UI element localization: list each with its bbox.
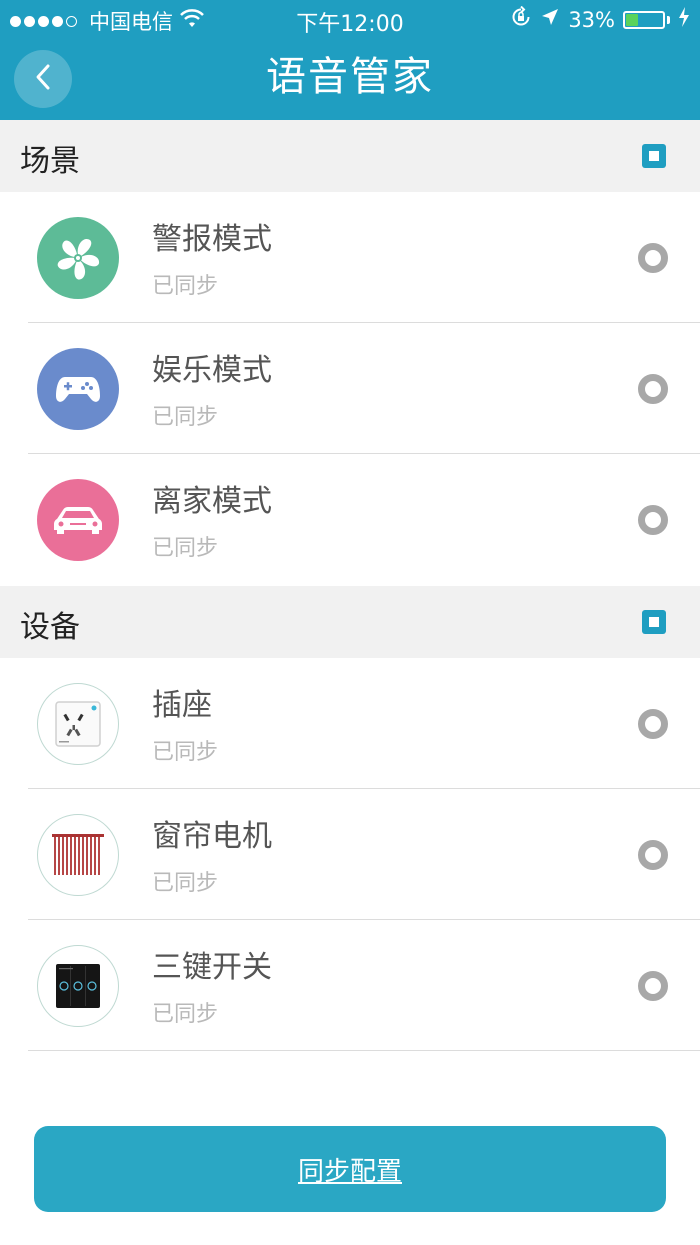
gamepad-icon [37, 348, 119, 430]
item-title: 离家模式 [152, 484, 272, 519]
top-bar: 中国电信 下午12:00 33% 语音管家 [0, 0, 700, 120]
fan-icon [37, 217, 119, 299]
list-item[interactable]: 窗帘电机 已同步 [0, 789, 700, 920]
select-radio[interactable] [638, 971, 668, 1001]
battery-icon [623, 10, 665, 29]
item-title: 警报模式 [152, 222, 272, 257]
sync-status: 已同步 [152, 536, 219, 561]
three-key-switch-icon [37, 945, 119, 1027]
sync-config-button[interactable]: 同步配置 [34, 1126, 666, 1212]
item-title: 插座 [152, 688, 212, 723]
section-title: 设备 [20, 610, 80, 645]
car-icon [37, 479, 119, 561]
item-title: 三键开关 [152, 950, 272, 985]
list-item[interactable]: 警报模式 已同步 [0, 192, 700, 323]
section-header-scenes: 场景 [0, 120, 700, 192]
socket-icon [37, 683, 119, 765]
page-title: 语音管家 [266, 54, 434, 100]
select-all-scenes-checkbox[interactable] [642, 144, 666, 168]
select-radio[interactable] [638, 840, 668, 870]
sync-status: 已同步 [152, 871, 219, 896]
sync-status: 已同步 [152, 740, 219, 765]
status-bar: 中国电信 下午12:00 33% [0, 0, 700, 38]
select-radio[interactable] [638, 374, 668, 404]
sync-status: 已同步 [152, 274, 219, 299]
divider [28, 1050, 700, 1051]
rotation-lock-icon [510, 5, 532, 33]
battery-percent: 33% [568, 7, 615, 32]
list-item[interactable]: 三键开关 已同步 [0, 920, 700, 1051]
charging-bolt-icon [678, 7, 690, 32]
sync-status: 已同步 [152, 1002, 219, 1027]
select-all-devices-checkbox[interactable] [642, 610, 666, 634]
select-radio[interactable] [638, 243, 668, 273]
item-title: 窗帘电机 [152, 819, 272, 854]
item-title: 娱乐模式 [152, 353, 272, 388]
curtain-icon [37, 814, 119, 896]
list-item[interactable]: 离家模式 已同步 [0, 454, 700, 585]
status-right: 33% [510, 5, 690, 33]
location-arrow-icon [540, 7, 560, 32]
select-radio[interactable] [638, 709, 668, 739]
section-header-devices: 设备 [0, 586, 700, 658]
list-item[interactable]: 插座 已同步 [0, 658, 700, 789]
section-title: 场景 [20, 144, 80, 179]
list-item[interactable]: 娱乐模式 已同步 [0, 323, 700, 454]
select-radio[interactable] [638, 505, 668, 535]
sync-status: 已同步 [152, 405, 219, 430]
